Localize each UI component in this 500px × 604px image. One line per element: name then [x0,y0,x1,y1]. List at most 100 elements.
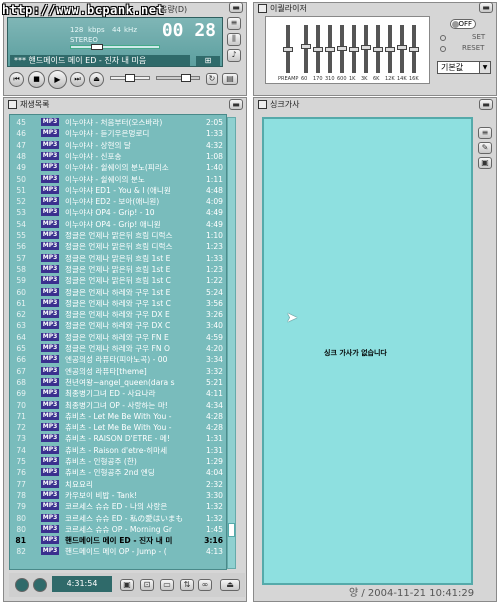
lyrics-minimize-button[interactable]: ▬ [479,99,493,110]
balance-handle[interactable] [125,74,135,82]
eq-knob[interactable] [325,47,335,53]
eq-band-slider[interactable] [301,25,311,73]
eq-knob[interactable] [361,45,371,51]
eq-reset-radio[interactable] [440,46,446,52]
playlist-row[interactable]: 72 MP3 츄비츠 - Let Me Be With You - 4:28 [12,422,225,433]
playlist-row[interactable]: 56 MP3 정글은 언제나 맑은뒤 흐림 디럭스 1:23 [12,241,225,252]
playlist-row[interactable]: 69 MP3 최종병기그녀 ED - 사요나라 4:11 [12,388,225,399]
playlist-row[interactable]: 57 MP3 정글은 언제나 맑은뒤 흐림 1st E 1:33 [12,253,225,264]
eq-knob[interactable] [385,46,395,52]
playlist-row[interactable]: 71 MP3 츄비츠 - Let Me Be With You - 4:28 [12,411,225,422]
list-jump-icon[interactable]: ⊡ [140,579,154,591]
eq-band-slider[interactable] [349,25,359,73]
playlist-row[interactable]: 62 MP3 정글은 언제나 하레와 구우 DX E 3:26 [12,309,225,320]
playlist-row[interactable]: 79 MP3 코르세스 슈슈 ED - 나의 사랑은 1:32 [12,501,225,512]
playlist-row[interactable]: 45 MP3 이누야샤 - 처음부터(오스바라) 2:05 [12,117,225,128]
playlist-row[interactable]: 82 MP3 핸드메이드 메이 OP - Jump - (4:13 [12,546,225,557]
minimize-button[interactable]: ▬ [229,2,243,13]
eq-knob[interactable] [313,46,323,52]
eq-band-slider[interactable] [313,25,323,73]
eq-band-slider[interactable] [373,25,383,73]
eq-band-slider[interactable] [409,25,419,73]
playlist-row[interactable]: 65 MP3 정글은 언제나 하레와 구우 FN O 4:20 [12,343,225,354]
playlist-row[interactable]: 49 MP3 이누야샤 - 쉴쉐이의 분노(피리소 1:40 [12,162,225,173]
playlist-row[interactable]: 63 MP3 정글은 언제나 하레와 구우 DX C 3:40 [12,320,225,331]
playlist-row[interactable]: 58 MP3 정글은 언제나 맑은뒤 흐림 1st E 1:23 [12,264,225,275]
eq-minimize-button[interactable]: ▬ [479,2,493,13]
playlist-row[interactable]: 70 MP3 최종병기그녀 OP - 사랑하는 마! 4:34 [12,400,225,411]
list-options-icon[interactable]: ∞ [198,579,212,591]
playlist-row[interactable]: 80 MP3 코르세스 슈슈 ED - 私の愛はいまも 1:32 [12,513,225,524]
eq-preset-select[interactable]: 기본값 ▼ [437,61,491,74]
eq-band-slider[interactable] [337,25,347,73]
scrollbar-thumb[interactable] [228,523,235,537]
eq-band-slider[interactable] [385,25,395,73]
eq-knob[interactable] [301,44,311,50]
eq-band-slider[interactable] [325,25,335,73]
eq-knob[interactable] [283,46,293,52]
playlist-row[interactable]: 61 MP3 정글은 언제나 하레와 구우 1st C 3:56 [12,298,225,309]
list-save-icon[interactable]: ▭ [160,579,174,591]
playlist-scrollbar[interactable] [227,117,236,569]
playlist-row[interactable]: 55 MP3 정글은 언제나 맑은뒤 흐림 디럭스 1:10 [12,230,225,241]
eq-knob[interactable] [337,45,347,51]
playlist-row[interactable]: 67 MP3 엔공의성 라퓨타[theme] 3:32 [12,366,225,377]
next-button[interactable]: ⏭ [70,72,85,87]
volume-handle[interactable] [181,74,191,82]
playlist-row[interactable]: 64 MP3 정글은 언제나 하레와 구우 FN E 4:59 [12,332,225,343]
playlist-row[interactable]: 59 MP3 정글은 언제나 맑은뒤 흐림 1st C 1:22 [12,275,225,286]
eq-band-slider[interactable] [397,25,407,73]
playlist-row[interactable]: 80 MP3 코르세스 슈슈 OP - Morning Gr 1:45 [12,524,225,535]
volume-slider[interactable] [156,74,200,82]
eq-knob[interactable] [409,46,419,52]
lyrics-menu-icon[interactable]: ≡ [478,127,492,139]
eject-button[interactable]: ⏏ [89,72,104,87]
seek-handle[interactable] [91,44,103,50]
playlist-row[interactable]: 51 MP3 이누야샤 ED1 - You & I (애니원 4:48 [12,185,225,196]
lyrics-edit-icon[interactable]: ✎ [478,142,492,154]
lyrics-toggle-icon[interactable]: ♪ [227,49,241,62]
list-collapse-icon[interactable]: ⏏ [220,579,240,591]
playlist-row[interactable]: 60 MP3 정글은 언제나 하레와 구우 1st E 5:24 [12,287,225,298]
playlist-row[interactable]: 68 MP3 천년여왕~angel_queen(dara s 5:21 [12,377,225,388]
play-button[interactable]: ▶ [48,70,67,89]
playlist-row[interactable]: 75 MP3 츄비츠 - 인형공주 (한) 1:29 [12,456,225,467]
seek-bar[interactable] [70,44,160,50]
player-menu-volume[interactable]: 음량(D) [160,4,187,15]
playlist-icon[interactable]: ▤ [222,73,238,85]
chevron-down-icon[interactable]: ▼ [479,62,490,73]
playlist-row[interactable]: 52 MP3 이누야샤 ED2 - 보아(애니원) 4:09 [12,196,225,207]
playlist-row[interactable]: 50 MP3 이누야샤 - 쉴쉐이의 분노 1:11 [12,174,225,185]
playlist-row[interactable]: 77 MP3 치요요리 2:32 [12,479,225,490]
playlist-row[interactable]: 46 MP3 이누야샤 - 듣기우은멍로디 1:33 [12,128,225,139]
remove-file-icon[interactable] [33,578,47,592]
playlist-row[interactable]: 53 MP3 이누야샤 OP4 - Grip! - 10 4:49 [12,207,225,218]
playlist-row[interactable]: 74 MP3 츄비츠 - Raison d'etre-히마세 1:31 [12,445,225,456]
playlist-row[interactable]: 54 MP3 이누야샤 OP4 - Grip! 애니원 4:49 [12,219,225,230]
prev-button[interactable]: ⏮ [9,72,24,87]
eq-knob[interactable] [373,46,383,52]
eq-knob[interactable] [349,46,359,52]
balance-slider[interactable] [110,74,150,82]
repeat-icon[interactable]: ↻ [206,73,218,85]
playlist-row[interactable]: 81 MP3 핸드메이드 메이 ED - 진자 내 미 3:16 [12,535,225,546]
lyrics-save-icon[interactable]: ▣ [478,157,492,169]
preamp-slider[interactable] [283,25,293,73]
playlist-row[interactable]: 47 MP3 이누야샤 - 상현의 달 4:32 [12,140,225,151]
list-stop-icon[interactable]: ▣ [120,579,134,591]
playlist-row[interactable]: 66 MP3 엔공의성 라퓨타(피아노곡) - 00 3:34 [12,354,225,365]
list-sort-icon[interactable]: ⇅ [180,579,194,591]
playlist-row[interactable]: 78 MP3 카우보이 비밥 - Tank! 3:30 [12,490,225,501]
eq-toggle-icon[interactable]: ⫼ [227,33,241,46]
playlist-row[interactable]: 76 MP3 츄비츠 - 인형공주 2nd 엔딩 4:04 [12,467,225,478]
eq-knob[interactable] [397,44,407,50]
playlist-row[interactable]: 48 MP3 이누야샤 - 신포송 1:08 [12,151,225,162]
stop-button[interactable]: ■ [28,71,45,88]
eq-set-radio[interactable] [440,35,446,41]
playlist-minimize-button[interactable]: ▬ [229,99,243,110]
playlist-toggle-icon[interactable]: ≡ [227,17,241,30]
add-file-icon[interactable] [15,578,29,592]
playlist-row[interactable]: 73 MP3 츄비츠 - RAISON D'ETRE - 메! 1:31 [12,433,225,444]
eq-band-slider[interactable] [361,25,371,73]
eq-off-toggle[interactable]: OFF [450,19,476,29]
